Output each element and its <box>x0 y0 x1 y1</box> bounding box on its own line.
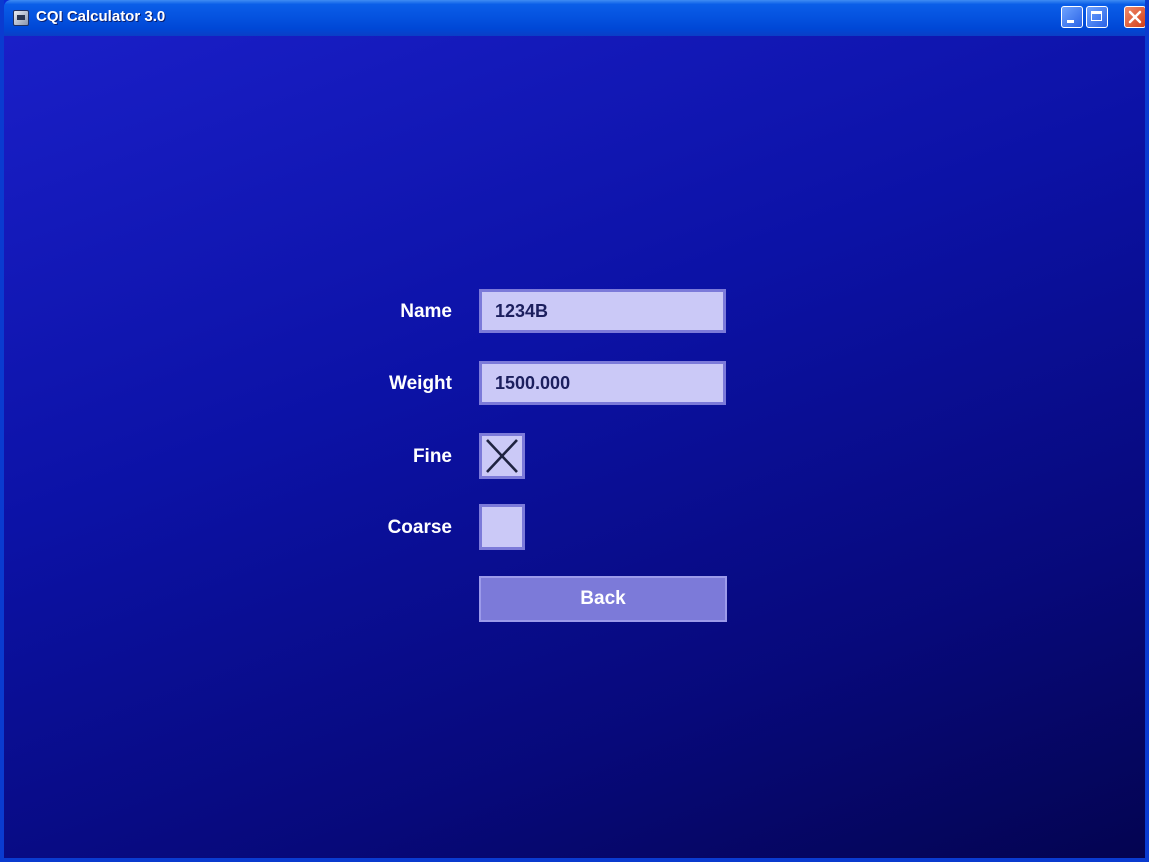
window-title: CQI Calculator 3.0 <box>36 8 166 25</box>
weight-field[interactable]: 1500.000 <box>479 361 726 405</box>
app-icon[interactable] <box>13 10 29 26</box>
weight-label: Weight <box>389 373 452 394</box>
maximize-button[interactable] <box>1086 6 1108 28</box>
name-label: Name <box>400 301 452 322</box>
minimize-button[interactable] <box>1061 6 1083 28</box>
coarse-checkbox[interactable] <box>479 504 525 550</box>
fine-checkbox[interactable] <box>479 433 525 479</box>
coarse-label: Coarse <box>387 517 452 538</box>
fine-label: Fine <box>412 446 452 467</box>
x-mark-icon <box>486 439 518 473</box>
title-bar[interactable]: CQI Calculator 3.0 <box>4 0 1145 36</box>
close-button[interactable] <box>1124 6 1145 28</box>
back-button[interactable]: Back <box>479 576 727 622</box>
name-field[interactable]: 1234B <box>479 289 726 333</box>
main-panel: Name 1234B Weight 1500.000 Fine Coarse B… <box>4 36 1145 858</box>
app-window: CQI Calculator 3.0 Name 1234B Weight 150… <box>0 0 1149 862</box>
close-icon <box>1128 10 1142 24</box>
